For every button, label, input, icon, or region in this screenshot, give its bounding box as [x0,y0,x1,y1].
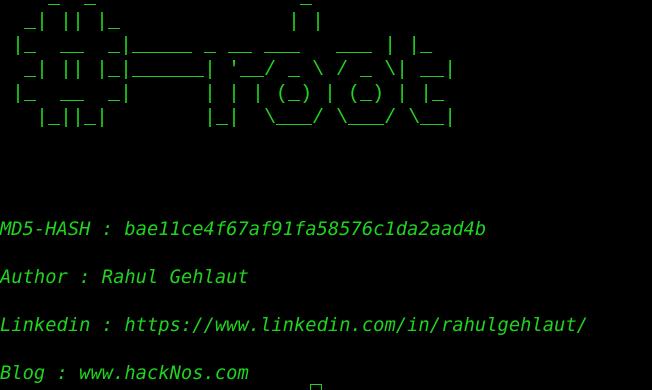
author-line: Author : Rahul Gehlaut [0,267,249,288]
banner-line: |_ __ _|_____ _ __ ___ ___ | |_ [0,35,433,58]
banner-line: |_||_| |_| \___/ \___/ \__| [0,107,457,130]
terminal-cursor [310,384,322,390]
banner-line: _| || |_|______| '__/ _ \ / _ \| __| [0,59,457,82]
blog-line: Blog : www.hackNos.com [0,363,249,384]
linkedin-line: Linkedin : https://www.linkedin.com/in/r… [0,315,588,336]
banner-line: _ _ _ [0,0,312,10]
banner-line: |_ __ _| | | | (_) | (_) | |_ [0,83,445,106]
terminal-window[interactable]: _ _ _ _| || |_ | | |_ __ _|_____ _ __ __… [0,0,652,390]
md5-hash-line: MD5-HASH : bae11ce4f67af91fa58576c1da2aa… [0,219,487,240]
banner-line: _| || |_ | | [0,11,325,34]
ascii-banner: _ _ _ _| || |_ | | |_ __ _|_____ _ __ __… [0,0,456,131]
